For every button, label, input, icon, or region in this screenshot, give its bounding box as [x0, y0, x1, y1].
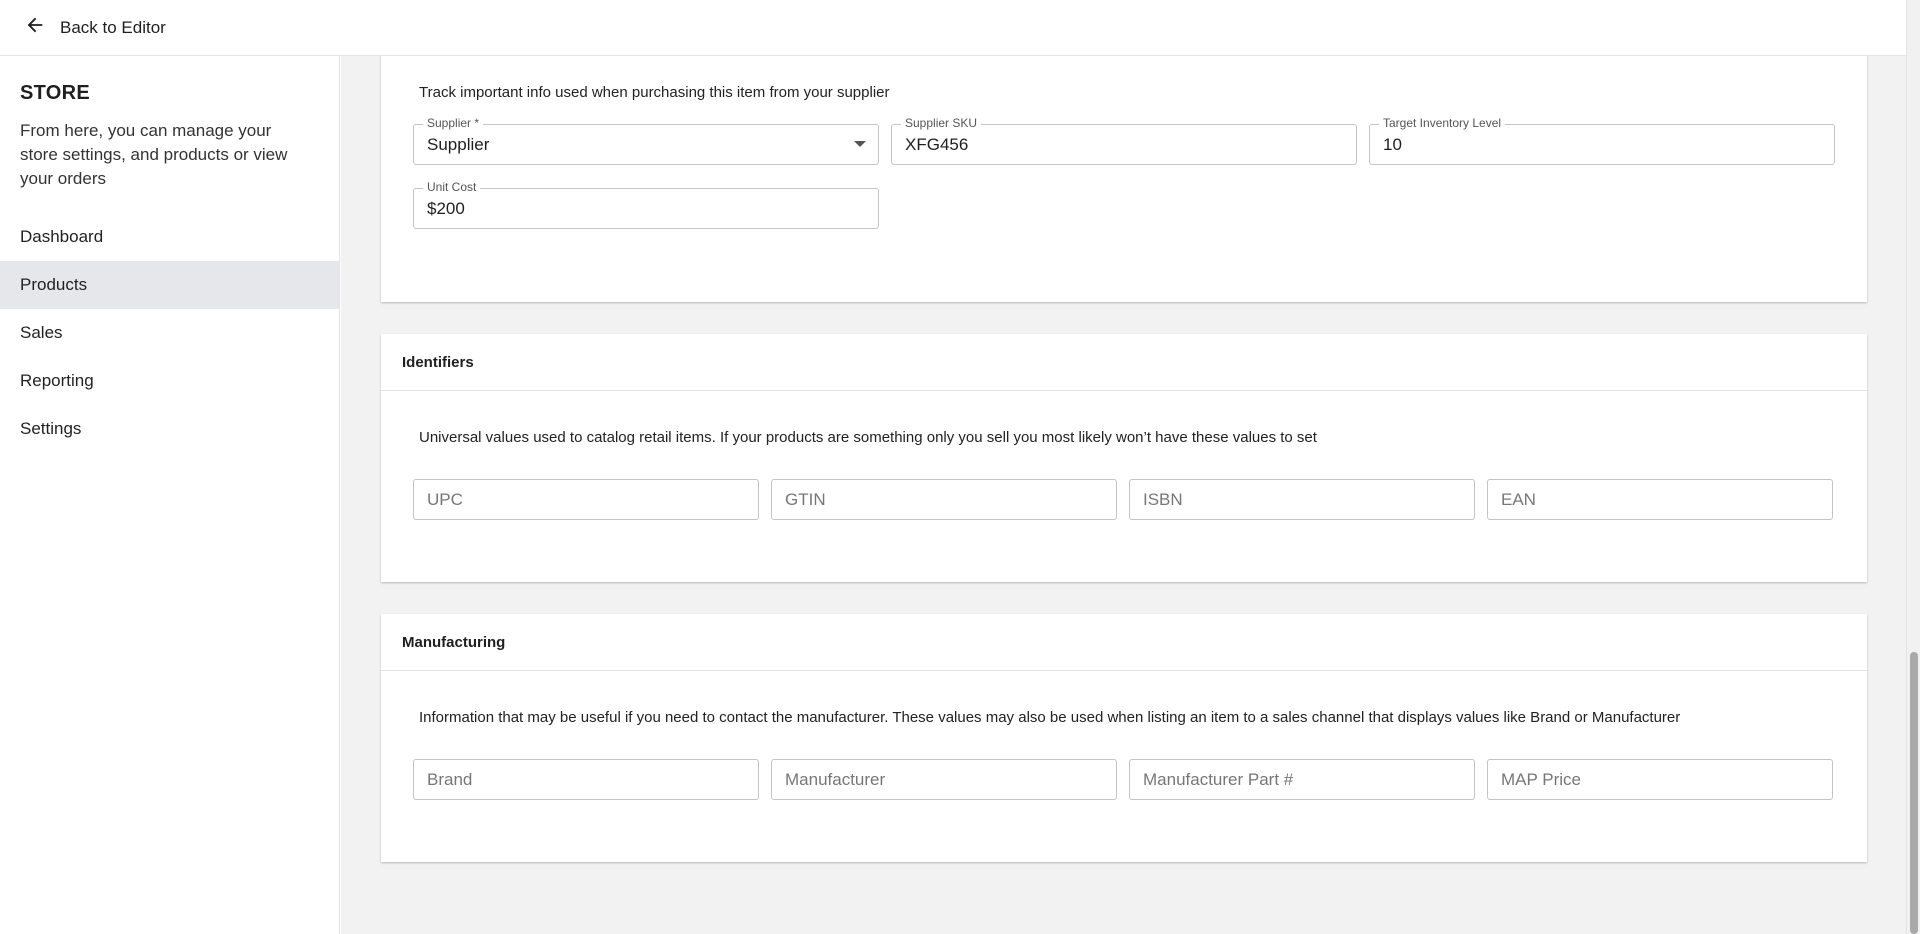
- sidebar-item-dashboard[interactable]: Dashboard: [0, 213, 339, 261]
- back-to-editor-label: Back to Editor: [60, 17, 166, 37]
- scrollbar-thumb[interactable]: [1910, 652, 1918, 934]
- sidebar-description: From here, you can manage your store set…: [20, 121, 288, 188]
- dropdown-caret-icon: [854, 141, 866, 147]
- manufacturing-description: Information that may be useful if you ne…: [419, 709, 1681, 726]
- map-price-placeholder: MAP Price: [1501, 769, 1581, 789]
- sidebar-item-settings[interactable]: Settings: [0, 405, 339, 453]
- top-bar: Back to Editor: [0, 0, 1906, 56]
- vertical-scrollbar[interactable]: [1906, 0, 1920, 934]
- isbn-placeholder: ISBN: [1143, 489, 1183, 509]
- manufacturer-part-field[interactable]: Manufacturer Part #: [1129, 759, 1475, 800]
- supplier-value: Supplier: [427, 134, 490, 154]
- back-to-editor-button[interactable]: Back to Editor: [24, 14, 166, 41]
- brand-placeholder: Brand: [427, 769, 473, 789]
- ean-field[interactable]: EAN: [1487, 479, 1833, 520]
- brand-field[interactable]: Brand: [413, 759, 759, 800]
- gtin-placeholder: GTIN: [785, 489, 826, 509]
- upc-field[interactable]: UPC: [413, 479, 759, 520]
- identifiers-title: Identifiers: [381, 334, 1867, 391]
- identifiers-description: Universal values used to catalog retail …: [419, 429, 1317, 446]
- manufacturer-part-placeholder: Manufacturer Part #: [1143, 769, 1294, 789]
- arrow-left-icon: [24, 14, 46, 41]
- supplier-sku-label: Supplier SKU: [901, 116, 982, 130]
- isbn-field[interactable]: ISBN: [1129, 479, 1475, 520]
- manufacturer-field[interactable]: Manufacturer: [771, 759, 1117, 800]
- sidebar-item-sales[interactable]: Sales: [0, 309, 339, 357]
- sidebar-item-reporting[interactable]: Reporting: [0, 357, 339, 405]
- target-inventory-value: 10: [1383, 134, 1402, 154]
- manufacturer-placeholder: Manufacturer: [785, 769, 886, 789]
- manufacturing-title: Manufacturing: [381, 614, 1867, 671]
- sidebar-title: STORE: [20, 82, 91, 104]
- supplier-sku-value: XFG456: [905, 134, 969, 154]
- supplier-label: Supplier *: [423, 116, 484, 130]
- map-price-field[interactable]: MAP Price: [1487, 759, 1833, 800]
- target-inventory-label: Target Inventory Level: [1379, 116, 1506, 130]
- unit-cost-field[interactable]: Unit Cost $200: [413, 180, 879, 229]
- upc-placeholder: UPC: [427, 489, 463, 509]
- main-content: Track important info used when purchasin…: [341, 56, 1906, 934]
- supplier-sku-field[interactable]: Supplier SKU XFG456: [891, 116, 1357, 165]
- gtin-field[interactable]: GTIN: [771, 479, 1117, 520]
- unit-cost-value: $200: [427, 198, 465, 218]
- ean-placeholder: EAN: [1501, 489, 1536, 509]
- purchasing-description: Track important info used when purchasin…: [419, 84, 890, 101]
- supplier-select[interactable]: Supplier * Supplier: [413, 116, 879, 165]
- identifiers-card: Identifiers Universal values used to cat…: [381, 334, 1867, 582]
- sidebar-item-products[interactable]: Products: [0, 261, 339, 309]
- target-inventory-field[interactable]: Target Inventory Level 10: [1369, 116, 1835, 165]
- purchasing-card: Track important info used when purchasin…: [381, 56, 1867, 302]
- manufacturing-card: Manufacturing Information that may be us…: [381, 614, 1867, 862]
- sidebar: STORE From here, you can manage your sto…: [0, 56, 340, 934]
- sidebar-nav: Dashboard Products Sales Reporting Setti…: [0, 213, 339, 453]
- unit-cost-label: Unit Cost: [423, 180, 481, 194]
